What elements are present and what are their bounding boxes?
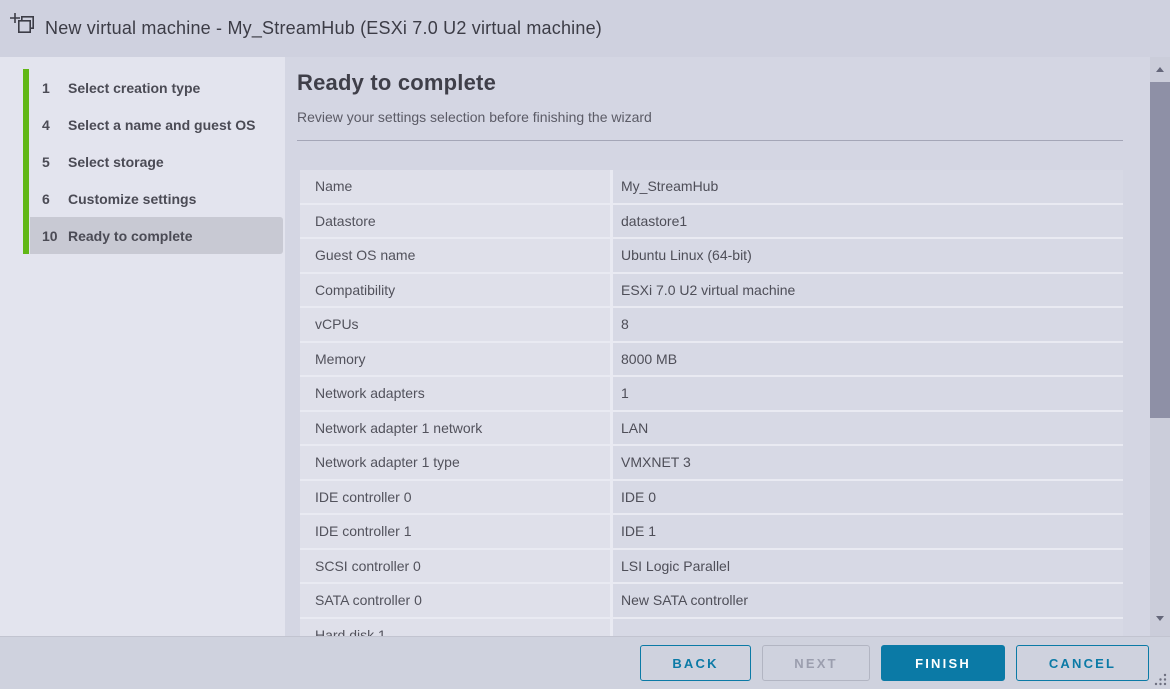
- sidebar-step-4[interactable]: 4 Select a name and guest OS: [30, 106, 283, 143]
- page-title: Ready to complete: [297, 70, 1123, 96]
- setting-label: SATA controller 0: [300, 584, 610, 617]
- step-label: Select creation type: [68, 80, 200, 96]
- step-number: 5: [42, 154, 62, 170]
- setting-value: New SATA controller: [613, 584, 1123, 617]
- step-label: Select storage: [68, 154, 164, 170]
- back-button[interactable]: BACK: [640, 645, 751, 681]
- scroll-down-icon[interactable]: [1150, 608, 1170, 628]
- sidebar-step-5[interactable]: 5 Select storage: [30, 143, 283, 180]
- vertical-scrollbar[interactable]: [1150, 57, 1170, 636]
- title-bar: New virtual machine - My_StreamHub (ESXi…: [0, 0, 1170, 57]
- setting-value: Ubuntu Linux (64-bit): [613, 239, 1123, 272]
- setting-label: SCSI controller 0: [300, 550, 610, 583]
- step-label: Ready to complete: [68, 228, 192, 244]
- step-label: Customize settings: [68, 191, 196, 207]
- setting-value: IDE 0: [613, 481, 1123, 514]
- setting-label: Network adapters: [300, 377, 610, 410]
- setting-value: 8: [613, 308, 1123, 341]
- step-number: 1: [42, 80, 62, 96]
- step-number: 10: [42, 228, 62, 244]
- setting-label: IDE controller 1: [300, 515, 610, 548]
- resize-grip-icon[interactable]: [1152, 671, 1168, 687]
- setting-value: 8000 MB: [613, 343, 1123, 376]
- wizard-body: 1 Select creation type 4 Select a name and …: [0, 57, 1170, 636]
- step-label: Select a name and guest OS: [68, 117, 256, 133]
- steps-list: 1 Select creation type 4 Select a name and …: [23, 69, 285, 254]
- setting-value: VMXNET 3: [613, 446, 1123, 479]
- wizard-footer: BACK NEXT FINISH CANCEL: [0, 636, 1170, 689]
- main-panel: Ready to complete Review your settings s…: [285, 57, 1170, 636]
- setting-value: IDE 1: [613, 515, 1123, 548]
- finish-button[interactable]: FINISH: [881, 645, 1005, 681]
- setting-label: Name: [300, 170, 610, 203]
- next-button[interactable]: NEXT: [762, 645, 870, 681]
- setting-value: ESXi 7.0 U2 virtual machine: [613, 274, 1123, 307]
- step-number: 6: [42, 191, 62, 207]
- setting-label: Hard disk 1: [300, 619, 610, 637]
- new-vm-icon: [10, 12, 37, 42]
- scrollbar-thumb[interactable]: [1150, 82, 1170, 418]
- setting-label: Network adapter 1 type: [300, 446, 610, 479]
- setting-label: Compatibility: [300, 274, 610, 307]
- sidebar-step-1[interactable]: 1 Select creation type: [30, 69, 283, 106]
- cancel-button[interactable]: CANCEL: [1016, 645, 1149, 681]
- window-title: New virtual machine - My_StreamHub (ESXi…: [45, 18, 602, 39]
- header-divider: [297, 140, 1123, 141]
- setting-value: datastore1: [613, 205, 1123, 238]
- setting-label: Memory: [300, 343, 610, 376]
- setting-label: Guest OS name: [300, 239, 610, 272]
- setting-value: 1: [613, 377, 1123, 410]
- step-number: 4: [42, 117, 62, 133]
- setting-value: My_StreamHub: [613, 170, 1123, 203]
- setting-label: Network adapter 1 network: [300, 412, 610, 445]
- scroll-up-icon[interactable]: [1150, 59, 1170, 79]
- setting-label: IDE controller 0: [300, 481, 610, 514]
- sidebar-step-10[interactable]: 10 Ready to complete: [30, 217, 283, 254]
- settings-table: NameMy_StreamHubDatastoredatastore1Guest…: [300, 170, 1123, 636]
- setting-value: [613, 619, 1123, 637]
- setting-value: LAN: [613, 412, 1123, 445]
- setting-label: vCPUs: [300, 308, 610, 341]
- setting-value: LSI Logic Parallel: [613, 550, 1123, 583]
- sidebar-step-6[interactable]: 6 Customize settings: [30, 180, 283, 217]
- wizard-steps-sidebar: 1 Select creation type 4 Select a name and …: [0, 57, 285, 636]
- setting-label: Datastore: [300, 205, 610, 238]
- page-subtitle: Review your settings selection before fi…: [297, 109, 1123, 125]
